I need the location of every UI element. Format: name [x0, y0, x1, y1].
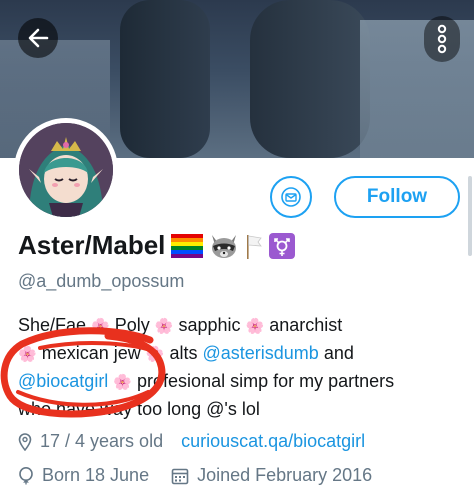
white-flag-icon: [247, 234, 263, 259]
banner-figure-left: [120, 0, 210, 158]
joined-text: Joined February 2016: [197, 465, 373, 485]
bio-text: mexican jew: [41, 343, 141, 363]
bio-text: and: [323, 343, 354, 363]
overflow-menu-button[interactable]: [424, 16, 460, 62]
message-button[interactable]: [270, 176, 312, 218]
location-pin-icon: [18, 432, 32, 451]
birthday-text: Born 18 June: [42, 465, 150, 485]
mention-link-biocatgirl[interactable]: @biocatgirl: [18, 371, 108, 391]
kebab-vertical-icon: [437, 24, 447, 54]
bio-text: alts: [169, 343, 198, 363]
bio-line-1: She/Fae 🌸 Poly 🌸 sapphic 🌸 anarchist: [18, 312, 468, 340]
cherry-blossom-icon: 🌸: [113, 374, 133, 391]
bio-line-4: who have way too long @'s lol: [18, 399, 260, 419]
cherry-blossom-icon: 🌸: [245, 318, 265, 335]
avatar[interactable]: [14, 118, 118, 222]
cherry-blossom-icon: 🌸: [145, 346, 165, 363]
avatar-image: [19, 123, 113, 217]
bio-line-3: @biocatgirl 🌸 profesional simp for my pa…: [18, 368, 468, 396]
envelope-icon: [281, 187, 301, 207]
profile-meta-row-2: Born 18 June Joined February 2016: [18, 465, 372, 486]
cherry-blossom-icon: 🌸: [154, 318, 174, 335]
bio-line-2: 🌸 mexican jew 🌸 alts @asterisdumb and: [18, 340, 468, 368]
display-name-row: Aster/Mabel: [18, 230, 296, 261]
rainbow-flag-icon: [171, 233, 204, 258]
profile-meta-row-1: 17 / 4 years old curiouscat.qa/biocatgir…: [18, 431, 365, 452]
transgender-symbol-icon: [269, 232, 296, 259]
raccoon-icon: [212, 234, 237, 258]
bio-text: profesional simp for my partners: [137, 371, 395, 391]
website-link[interactable]: curiouscat.qa/biocatgirl: [181, 431, 365, 452]
scrollbar[interactable]: [468, 176, 472, 256]
bio-text: anarchist: [269, 315, 343, 335]
bio-text: She/Fae: [18, 315, 87, 335]
cherry-blossom-icon: 🌸: [18, 346, 37, 363]
arrow-left-icon: [28, 28, 49, 48]
balloon-icon: [18, 466, 34, 485]
calendar-icon: [171, 467, 189, 485]
banner-figure-right: [250, 0, 370, 158]
profile-bio: She/Fae 🌸 Poly 🌸 sapphic 🌸 anarchist 🌸 m…: [18, 312, 468, 422]
bio-text: sapphic: [178, 315, 241, 335]
follow-button[interactable]: Follow: [334, 176, 460, 218]
display-name: Aster/Mabel: [18, 230, 166, 260]
cherry-blossom-icon: 🌸: [91, 318, 110, 335]
user-handle: @a_dumb_opossum: [18, 271, 185, 291]
mention-link-asterisdumb[interactable]: @asterisdumb: [203, 343, 319, 363]
location-text: 17 / 4 years old: [40, 431, 164, 451]
avatar-illustration: [19, 123, 113, 217]
bio-text: Poly: [114, 315, 150, 335]
back-button[interactable]: [18, 18, 58, 58]
